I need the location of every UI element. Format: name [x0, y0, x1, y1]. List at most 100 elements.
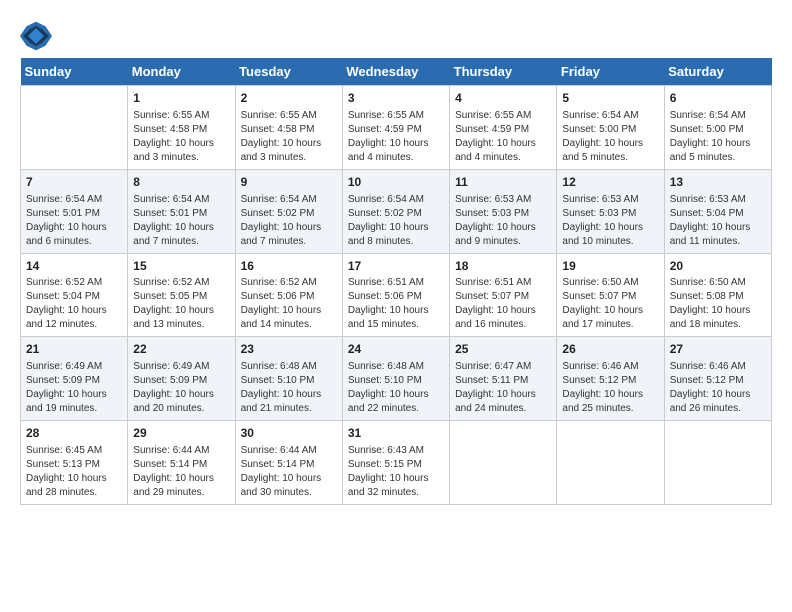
calendar-cell: 9 Sunrise: 6:54 AM Sunset: 5:02 PM Daylig… — [235, 169, 342, 253]
calendar-cell: 26 Sunrise: 6:46 AM Sunset: 5:12 PM Dayli… — [557, 337, 664, 421]
day-info: Sunrise: 6:49 AM Sunset: 5:09 PM Dayligh… — [133, 360, 229, 416]
day-number: 2 — [241, 90, 337, 107]
calendar-week-row: 14Sunrise: 6:52 AM Sunset: 5:04 PM Dayli… — [21, 253, 772, 337]
weekday-header: Thursday — [450, 58, 557, 86]
calendar-cell: 2 Sunrise: 6:55 AM Sunset: 4:58 PM Daylig… — [235, 86, 342, 170]
day-info: Sunrise: 6:53 AM Sunset: 5:03 PM Dayligh… — [455, 193, 551, 249]
day-number: 16 — [241, 258, 337, 275]
day-number: 15 — [133, 258, 229, 275]
day-number: 24 — [348, 341, 444, 358]
day-number: 17 — [348, 258, 444, 275]
day-number: 11 — [455, 174, 551, 191]
day-info: Sunrise: 6:55 AM Sunset: 4:58 PM Dayligh… — [133, 109, 229, 165]
day-info: Sunrise: 6:46 AM Sunset: 5:12 PM Dayligh… — [670, 360, 766, 416]
day-info: Sunrise: 6:55 AM Sunset: 4:59 PM Dayligh… — [455, 109, 551, 165]
day-info: Sunrise: 6:44 AM Sunset: 5:14 PM Dayligh… — [133, 444, 229, 500]
day-info: Sunrise: 6:51 AM Sunset: 5:06 PM Dayligh… — [348, 276, 444, 332]
day-info: Sunrise: 6:54 AM Sunset: 5:02 PM Dayligh… — [241, 193, 337, 249]
day-info: Sunrise: 6:53 AM Sunset: 5:03 PM Dayligh… — [562, 193, 658, 249]
day-info: Sunrise: 6:48 AM Sunset: 5:10 PM Dayligh… — [241, 360, 337, 416]
calendar-week-row: 28 Sunrise: 6:45 AM Sunset: 5:13 PM Dayli… — [21, 421, 772, 505]
day-info: Sunrise: 6:45 AM Sunset: 5:13 PM Dayligh… — [26, 444, 122, 500]
calendar-cell: 28 Sunrise: 6:45 AM Sunset: 5:13 PM Dayli… — [21, 421, 128, 505]
calendar-cell: 19Sunrise: 6:50 AM Sunset: 5:07 PM Dayli… — [557, 253, 664, 337]
day-info: Sunrise: 6:43 AM Sunset: 5:15 PM Dayligh… — [348, 444, 444, 500]
calendar-cell: 1 Sunrise: 6:55 AM Sunset: 4:58 PM Daylig… — [128, 86, 235, 170]
day-info: Sunrise: 6:54 AM Sunset: 5:00 PM Dayligh… — [562, 109, 658, 165]
calendar-cell: 4 Sunrise: 6:55 AM Sunset: 4:59 PM Daylig… — [450, 86, 557, 170]
calendar-cell: 17Sunrise: 6:51 AM Sunset: 5:06 PM Dayli… — [342, 253, 449, 337]
calendar-cell: 13 Sunrise: 6:53 AM Sunset: 5:04 PM Dayli… — [664, 169, 771, 253]
day-number: 8 — [133, 174, 229, 191]
calendar-week-row: 21 Sunrise: 6:49 AM Sunset: 5:09 PM Dayli… — [21, 337, 772, 421]
day-number: 3 — [348, 90, 444, 107]
page-header — [20, 20, 772, 52]
calendar-cell: 16Sunrise: 6:52 AM Sunset: 5:06 PM Dayli… — [235, 253, 342, 337]
day-number: 6 — [670, 90, 766, 107]
day-info: Sunrise: 6:50 AM Sunset: 5:08 PM Dayligh… — [670, 276, 766, 332]
calendar-cell: 18Sunrise: 6:51 AM Sunset: 5:07 PM Dayli… — [450, 253, 557, 337]
calendar-cell: 25Sunrise: 6:47 AM Sunset: 5:11 PM Dayli… — [450, 337, 557, 421]
calendar-cell: 20Sunrise: 6:50 AM Sunset: 5:08 PM Dayli… — [664, 253, 771, 337]
day-number: 27 — [670, 341, 766, 358]
day-number: 23 — [241, 341, 337, 358]
day-info: Sunrise: 6:46 AM Sunset: 5:12 PM Dayligh… — [562, 360, 658, 416]
day-info: Sunrise: 6:54 AM Sunset: 5:01 PM Dayligh… — [133, 193, 229, 249]
calendar-cell: 23 Sunrise: 6:48 AM Sunset: 5:10 PM Dayli… — [235, 337, 342, 421]
day-number: 12 — [562, 174, 658, 191]
day-number: 13 — [670, 174, 766, 191]
calendar-cell: 10Sunrise: 6:54 AM Sunset: 5:02 PM Dayli… — [342, 169, 449, 253]
calendar-cell: 15Sunrise: 6:52 AM Sunset: 5:05 PM Dayli… — [128, 253, 235, 337]
day-info: Sunrise: 6:54 AM Sunset: 5:00 PM Dayligh… — [670, 109, 766, 165]
day-number: 26 — [562, 341, 658, 358]
calendar-week-row: 7 Sunrise: 6:54 AM Sunset: 5:01 PM Daylig… — [21, 169, 772, 253]
calendar-table: SundayMondayTuesdayWednesdayThursdayFrid… — [20, 58, 772, 505]
day-number: 14 — [26, 258, 122, 275]
day-number: 5 — [562, 90, 658, 107]
day-info: Sunrise: 6:55 AM Sunset: 4:59 PM Dayligh… — [348, 109, 444, 165]
day-info: Sunrise: 6:52 AM Sunset: 5:04 PM Dayligh… — [26, 276, 122, 332]
calendar-cell: 7 Sunrise: 6:54 AM Sunset: 5:01 PM Daylig… — [21, 169, 128, 253]
calendar-cell: 6 Sunrise: 6:54 AM Sunset: 5:00 PM Daylig… — [664, 86, 771, 170]
day-number: 31 — [348, 425, 444, 442]
day-info: Sunrise: 6:52 AM Sunset: 5:05 PM Dayligh… — [133, 276, 229, 332]
day-info: Sunrise: 6:49 AM Sunset: 5:09 PM Dayligh… — [26, 360, 122, 416]
calendar-cell: 8 Sunrise: 6:54 AM Sunset: 5:01 PM Daylig… — [128, 169, 235, 253]
weekday-header: Saturday — [664, 58, 771, 86]
day-info: Sunrise: 6:54 AM Sunset: 5:02 PM Dayligh… — [348, 193, 444, 249]
day-info: Sunrise: 6:54 AM Sunset: 5:01 PM Dayligh… — [26, 193, 122, 249]
calendar-cell — [557, 421, 664, 505]
calendar-cell: 30Sunrise: 6:44 AM Sunset: 5:14 PM Dayli… — [235, 421, 342, 505]
day-number: 29 — [133, 425, 229, 442]
calendar-cell: 29 Sunrise: 6:44 AM Sunset: 5:14 PM Dayli… — [128, 421, 235, 505]
header-row: SundayMondayTuesdayWednesdayThursdayFrid… — [21, 58, 772, 86]
calendar-cell: 12 Sunrise: 6:53 AM Sunset: 5:03 PM Dayli… — [557, 169, 664, 253]
day-number: 28 — [26, 425, 122, 442]
day-info: Sunrise: 6:52 AM Sunset: 5:06 PM Dayligh… — [241, 276, 337, 332]
day-info: Sunrise: 6:50 AM Sunset: 5:07 PM Dayligh… — [562, 276, 658, 332]
day-number: 9 — [241, 174, 337, 191]
day-number: 4 — [455, 90, 551, 107]
weekday-header: Sunday — [21, 58, 128, 86]
weekday-header: Monday — [128, 58, 235, 86]
day-number: 7 — [26, 174, 122, 191]
calendar-cell: 31 Sunrise: 6:43 AM Sunset: 5:15 PM Dayli… — [342, 421, 449, 505]
calendar-cell: 3 Sunrise: 6:55 AM Sunset: 4:59 PM Daylig… — [342, 86, 449, 170]
calendar-cell — [21, 86, 128, 170]
weekday-header: Tuesday — [235, 58, 342, 86]
day-number: 21 — [26, 341, 122, 358]
day-info: Sunrise: 6:55 AM Sunset: 4:58 PM Dayligh… — [241, 109, 337, 165]
weekday-header: Wednesday — [342, 58, 449, 86]
day-number: 25 — [455, 341, 551, 358]
logo — [20, 20, 56, 52]
calendar-cell — [450, 421, 557, 505]
day-info: Sunrise: 6:53 AM Sunset: 5:04 PM Dayligh… — [670, 193, 766, 249]
calendar-cell: 22 Sunrise: 6:49 AM Sunset: 5:09 PM Dayli… — [128, 337, 235, 421]
day-info: Sunrise: 6:51 AM Sunset: 5:07 PM Dayligh… — [455, 276, 551, 332]
day-number: 1 — [133, 90, 229, 107]
calendar-cell: 5 Sunrise: 6:54 AM Sunset: 5:00 PM Daylig… — [557, 86, 664, 170]
day-number: 22 — [133, 341, 229, 358]
day-number: 30 — [241, 425, 337, 442]
logo-icon — [20, 20, 52, 52]
day-number: 19 — [562, 258, 658, 275]
